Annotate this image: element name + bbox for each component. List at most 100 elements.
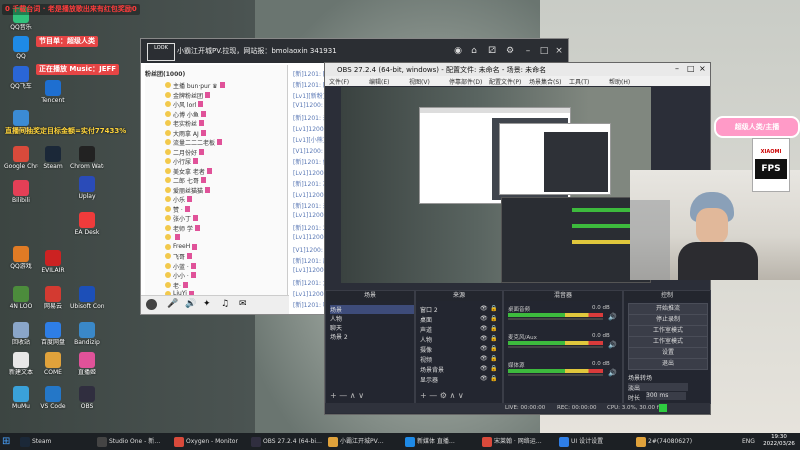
source-item[interactable]: 摄像 👁 🔒 (420, 345, 498, 354)
desktop-icon[interactable]: MuMu (4, 386, 38, 410)
scene-item[interactable]: 人物 (330, 314, 414, 323)
source-item[interactable]: 场景背景 👁 🔒 (420, 365, 498, 374)
obs-menu-item[interactable]: 工具(T) (569, 77, 589, 86)
obs-maximize-button[interactable]: □ (687, 64, 695, 73)
speaker-icon[interactable]: 🔊 (608, 313, 617, 321)
eye-icon[interactable]: 👁 (480, 345, 488, 352)
lock-icon[interactable]: 🔒 (490, 335, 497, 342)
desktop-icon[interactable]: Bandizip (70, 322, 104, 346)
taskbar-item[interactable]: Oxygen - Monitor (174, 434, 238, 449)
source-add-icon[interactable]: + — ⚙ ∧ ∨ (420, 391, 464, 400)
lock-icon[interactable]: 🔒 (490, 315, 497, 322)
source-item[interactable]: 窗口 2 👁 🔒 (420, 305, 498, 314)
controls-dock[interactable]: 控制 开始推流 停止录制 工作室模式 工作室模式 设置 退出 场景转场 淡出 时长 300… (623, 290, 711, 404)
desktop-icon[interactable]: 新建文本 (4, 352, 38, 376)
taskbar-item[interactable]: 小霸江开城PV… (328, 434, 384, 449)
maximize-button[interactable]: □ (538, 45, 550, 57)
desktop-icon[interactable]: QQ飞车 (4, 66, 38, 90)
list-item[interactable]: 爱丽丝猫猫 (145, 186, 287, 195)
lock-icon[interactable]: 🔒 (490, 325, 497, 332)
volume-slider[interactable] (508, 346, 603, 348)
desktop-icon[interactable]: Bilibili (4, 180, 38, 204)
list-item[interactable]: 老实粉丝 (145, 119, 287, 128)
gamepad-icon[interactable]: ⚂ (486, 45, 498, 57)
obs-menu-item[interactable]: 文件(F) (329, 77, 349, 86)
desktop-icon[interactable]: 回收站 (4, 322, 38, 346)
list-item[interactable]: 主播 bun·pur ♛ (145, 81, 287, 90)
list-item[interactable]: 小乐 (145, 195, 287, 204)
scene-item[interactable]: 场景 2 (330, 332, 414, 341)
scenes-dock[interactable]: 场景 场景 人物 聊天 场景 2 + — ∧ ∨ (325, 290, 415, 404)
desktop-icon[interactable]: 百度网盘 (36, 322, 70, 346)
mixer-channel[interactable]: 媒体源 0.0 dB 🔊 (508, 361, 626, 383)
eye-icon[interactable]: 👁 (480, 335, 488, 342)
list-item[interactable]: 小小 · (145, 271, 287, 280)
taskbar-item[interactable]: OBS 27.2.4 (64-bi… (251, 434, 322, 449)
user-count-icon[interactable]: ◉ (452, 45, 464, 57)
chat-titlebar[interactable]: LOOK 小霸江开城PV.拉现，网站报：bmolaoxin 341931 ◉ ⌂… (141, 39, 568, 63)
obs-preview[interactable] (341, 87, 651, 283)
taskbar-item[interactable]: 宋莱翰 · 网络运… (482, 434, 542, 449)
home-icon[interactable]: ⌂ (468, 45, 480, 57)
source-item[interactable]: 桌面 👁 🔒 (420, 315, 498, 324)
microphone-icon[interactable]: 🎤 (167, 299, 178, 310)
volume-slider[interactable] (508, 318, 603, 320)
obs-minimize-button[interactable]: – (675, 64, 679, 73)
close-button[interactable]: × (553, 45, 565, 57)
list-item[interactable] (145, 233, 287, 242)
obs-menu-item[interactable]: 配置文件(P) (489, 77, 521, 86)
list-item[interactable]: 二郎 七哥 (145, 176, 287, 185)
source-item[interactable]: 声道 👁 🔒 (420, 325, 498, 334)
gift-icon[interactable]: ✦ (203, 299, 211, 310)
desktop-icon[interactable]: EA Desk (70, 212, 104, 236)
lock-icon[interactable]: 🔒 (490, 375, 497, 382)
sources-dock[interactable]: 来源 窗口 2 👁 🔒 桌面 👁 🔒 声道 👁 🔒 人物 👁 🔒 摄像 👁 🔒 视频 👁 🔒 场景背景 … (415, 290, 503, 404)
eye-icon[interactable]: 👁 (480, 305, 488, 312)
desktop-icon[interactable]: Ubisoft Connect (70, 286, 104, 310)
list-item[interactable]: 赞 · (145, 205, 287, 214)
obs-menu-item[interactable]: 帮助(H) (609, 77, 630, 86)
list-item[interactable]: 流量二二二老板 (145, 138, 287, 147)
taskbar-item[interactable]: Studio One - 新… (97, 434, 160, 449)
list-item[interactable]: 张小丁 (145, 214, 287, 223)
desktop-icon[interactable]: Chrom Watcher (70, 146, 104, 170)
desktop-icon[interactable]: 网易云 (36, 286, 70, 310)
obs-menu-item[interactable]: 场景集合(S) (529, 77, 562, 86)
chat-toolbar[interactable]: 🎤 🔊 ✦ ♫ ✉ (141, 295, 289, 314)
list-item[interactable]: 老师 学 (145, 224, 287, 233)
speaker-icon[interactable]: 🔊 (608, 369, 617, 377)
lock-icon[interactable]: 🔒 (490, 365, 497, 372)
source-item[interactable]: 人物 👁 🔒 (420, 335, 498, 344)
list-item[interactable]: 小蓝 · (145, 262, 287, 271)
eye-icon[interactable]: 👁 (480, 365, 488, 372)
list-item[interactable]: 美女拿 老者 (145, 167, 287, 176)
list-item[interactable]: 小风 lorl (145, 100, 287, 109)
obs-menu-item[interactable]: 视图(V) (409, 77, 430, 86)
taskbar-item[interactable]: 2#(74080627) (636, 434, 692, 449)
speaker-icon[interactable]: 🔊 (608, 341, 617, 349)
source-item[interactable]: 显示器 👁 🔒 (420, 375, 498, 384)
transition-select[interactable]: 淡出 (628, 383, 688, 392)
obs-menu-item[interactable]: 停靠部件(D) (449, 77, 482, 86)
message-icon[interactable]: ✉ (239, 299, 247, 310)
list-item[interactable]: 金牌粉丝团 (145, 91, 287, 100)
mixer-dock[interactable]: 混音器 桌面音频 0.0 dB 🔊 麦克风/Aux 0.0 dB 🔊 媒体源 0.0 dB 🔊 (503, 290, 623, 404)
desktop-icon[interactable]: QQ游戏 (4, 246, 38, 270)
volume-slider[interactable] (508, 374, 603, 376)
source-item[interactable]: 视频 👁 🔒 (420, 355, 498, 364)
taskbar-item[interactable]: Steam (20, 434, 51, 449)
taskbar[interactable]: ⊞ Steam Studio One - 新… Oxygen - Monitor OB… (0, 433, 800, 450)
obs-close-button[interactable]: × (699, 64, 706, 73)
obs-menu-item[interactable]: 编辑(E) (369, 77, 389, 86)
list-item[interactable]: 飞哥 (145, 252, 287, 261)
list-item[interactable]: 心博 小鱼 (145, 110, 287, 119)
taskbar-item[interactable]: 新媒体 直播… (405, 434, 455, 449)
eye-icon[interactable]: 👁 (480, 325, 488, 332)
desktop-icon[interactable]: Steam (36, 146, 70, 170)
eye-icon[interactable]: 👁 (480, 355, 488, 362)
minimize-button[interactable]: – (522, 45, 534, 57)
music-icon[interactable]: ♫ (221, 299, 229, 310)
obs-titlebar[interactable]: OBS 27.2.4 (64-bit, windows) - 配置文件: 未命名… (325, 63, 710, 76)
desktop-icon[interactable]: COME (36, 352, 70, 376)
speaker-icon[interactable]: 🔊 (185, 299, 196, 310)
